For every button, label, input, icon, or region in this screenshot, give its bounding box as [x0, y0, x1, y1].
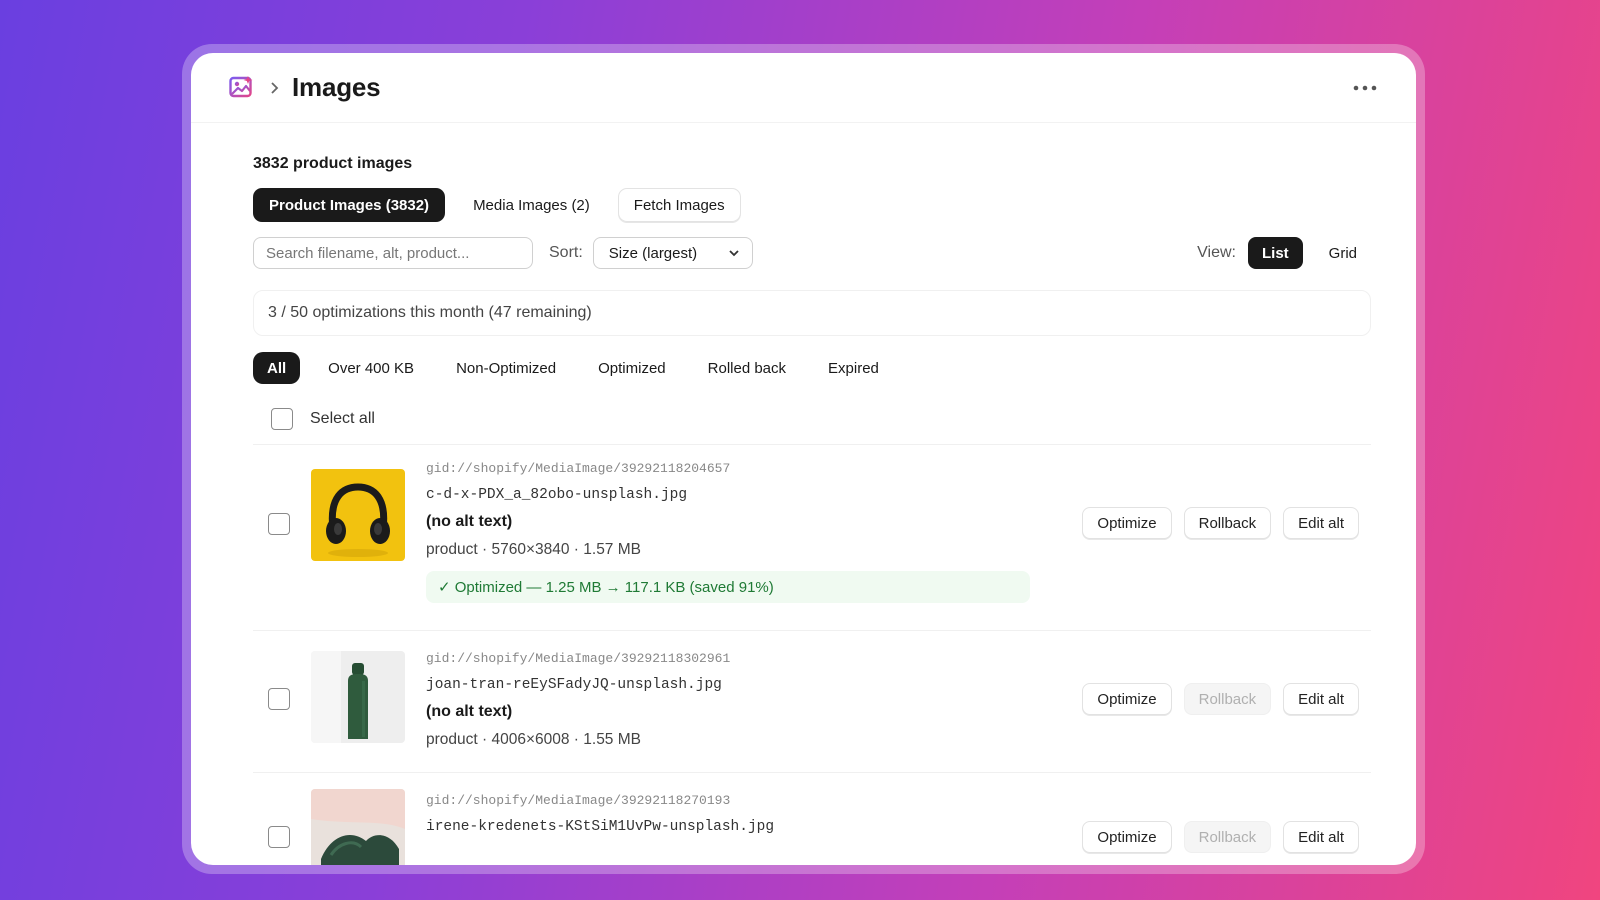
- image-list: gid://shopify/MediaImage/39292118204657 …: [253, 444, 1371, 865]
- row-checkbox[interactable]: [268, 513, 290, 535]
- fetch-images-button[interactable]: Fetch Images: [617, 188, 741, 222]
- image-meta: gid://shopify/MediaImage/39292118302961 …: [426, 651, 730, 749]
- toolbar: Sort: Size (largest) View: List Grid: [253, 236, 1371, 270]
- row-actions: Optimize Rollback Edit alt: [1082, 683, 1359, 715]
- quota-banner: 3 / 50 optimizations this month (47 rema…: [253, 290, 1371, 336]
- tab-product-images[interactable]: Product Images (3832): [253, 188, 446, 222]
- row-actions: Optimize Rollback Edit alt: [1082, 507, 1359, 539]
- edit-alt-button[interactable]: Edit alt: [1283, 507, 1359, 539]
- top-bar: Images: [191, 53, 1416, 123]
- image-row: gid://shopify/MediaImage/39292118302961 …: [253, 631, 1371, 773]
- optimize-button[interactable]: Optimize: [1082, 507, 1172, 539]
- image-filename: irene-kredenets-KStSiM1UvPw-unsplash.jpg: [426, 819, 775, 835]
- view-toggle: View: List Grid: [1197, 237, 1371, 269]
- page-title: Images: [292, 72, 381, 102]
- image-filename: c-d-x-PDX_a_82obo-unsplash.jpg: [426, 487, 688, 503]
- rollback-button[interactable]: Rollback: [1183, 683, 1272, 715]
- headphones-thumbnail: [311, 469, 405, 561]
- more-options-icon[interactable]: [1350, 78, 1380, 98]
- select-all-row: Select all: [253, 404, 1371, 434]
- view-grid-button[interactable]: Grid: [1315, 237, 1371, 269]
- image-gid: gid://shopify/MediaImage/39292118270193: [426, 793, 731, 808]
- image-meta: gid://shopify/MediaImage/39292118204657 …: [426, 461, 1030, 603]
- chevron-right-icon: [269, 81, 279, 95]
- filter-non-optimized[interactable]: Non-Optimized: [442, 352, 570, 384]
- edit-alt-button[interactable]: Edit alt: [1283, 821, 1359, 853]
- image-gid: gid://shopify/MediaImage/39292118302961: [426, 651, 731, 666]
- filter-rolled-back[interactable]: Rolled back: [694, 352, 800, 384]
- row-actions: Optimize Rollback Edit alt: [1082, 821, 1359, 853]
- image-count-heading: 3832 product images: [253, 155, 413, 172]
- select-all-checkbox[interactable]: [271, 408, 293, 430]
- view-list-button[interactable]: List: [1247, 237, 1303, 269]
- status-filters: All Over 400 KB Non-Optimized Optimized …: [253, 352, 1371, 384]
- image-alt-text: (no alt text): [426, 513, 513, 530]
- rollback-button[interactable]: Rollback: [1183, 507, 1272, 539]
- chevron-down-icon: [728, 249, 740, 257]
- image-filename: joan-tran-reEySFadyJQ-unsplash.jpg: [426, 677, 722, 693]
- filter-over-400kb[interactable]: Over 400 KB: [314, 352, 428, 384]
- sort-label: Sort:: [549, 244, 583, 261]
- tab-media-images[interactable]: Media Images (2): [457, 188, 606, 222]
- row-checkbox[interactable]: [268, 826, 290, 848]
- row-checkbox[interactable]: [268, 688, 290, 710]
- image-row: gid://shopify/MediaImage/39292118204657 …: [253, 445, 1371, 631]
- optimize-button[interactable]: Optimize: [1082, 683, 1172, 715]
- images-app-icon[interactable]: [229, 75, 255, 101]
- bottle-thumbnail: [311, 651, 405, 743]
- main-content: 3832 product images Product Images (3832…: [191, 123, 1416, 865]
- app-frame: Images 3832 product images Product Image…: [182, 44, 1425, 874]
- edit-alt-button[interactable]: Edit alt: [1283, 683, 1359, 715]
- optimize-button[interactable]: Optimize: [1082, 821, 1172, 853]
- sort-select-value: Size (largest): [608, 244, 698, 262]
- app-window: Images 3832 product images Product Image…: [191, 53, 1416, 865]
- image-gid: gid://shopify/MediaImage/39292118204657: [426, 461, 731, 476]
- optimized-status-banner: ✓ Optimized — 1.25 MB → 117.1 KB (saved …: [426, 571, 1030, 603]
- filter-expired[interactable]: Expired: [814, 352, 893, 384]
- image-type-tabs: Product Images (3832) Media Images (2) F…: [253, 188, 1371, 222]
- image-alt-text: (no alt text): [426, 703, 513, 720]
- sort-select[interactable]: Size (largest): [592, 237, 753, 269]
- filter-all[interactable]: All: [253, 352, 301, 384]
- search-input[interactable]: [253, 237, 533, 269]
- filter-optimized[interactable]: Optimized: [584, 352, 680, 384]
- shoes-thumbnail: [311, 789, 405, 865]
- image-row: gid://shopify/MediaImage/39292118270193 …: [253, 773, 1371, 865]
- image-meta: gid://shopify/MediaImage/39292118270193 …: [426, 793, 774, 835]
- select-all-label: Select all: [310, 410, 375, 427]
- image-info: product · 4006×6008 · 1.55 MB: [426, 731, 641, 748]
- view-label: View:: [1197, 244, 1236, 261]
- image-info: product · 5760×3840 · 1.57 MB: [426, 541, 641, 558]
- rollback-button[interactable]: Rollback: [1183, 821, 1272, 853]
